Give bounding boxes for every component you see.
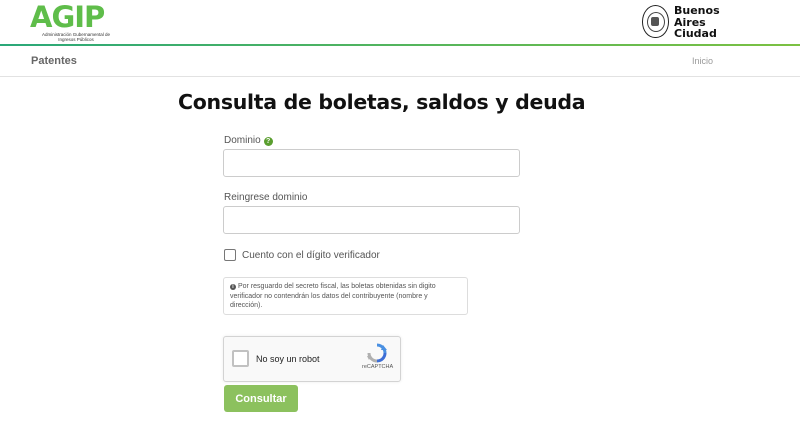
recaptcha-label: No soy un robot	[256, 354, 320, 364]
info-notice-text: Por resguardo del secreto fiscal, las bo…	[230, 283, 436, 309]
navbar: Patentes Inicio	[0, 46, 800, 77]
dominio-input[interactable]	[223, 149, 520, 177]
digito-verificador-checkbox[interactable]	[224, 249, 236, 261]
question-circle-icon[interactable]: ?	[264, 137, 273, 146]
recaptcha-logo-icon	[366, 343, 388, 363]
info-circle-icon: i	[230, 284, 236, 290]
section-title: Patentes	[31, 55, 77, 67]
digito-verificador-label[interactable]: Cuento con el dígito verificador	[242, 250, 380, 261]
info-notice: iPor resguardo del secreto fiscal, las b…	[223, 277, 468, 315]
agip-logo-text: AGIP	[30, 0, 104, 34]
reingrese-dominio-label: Reingrese dominio	[224, 192, 307, 203]
agip-logo-subtitle: Administración Gubernamental de Ingresos…	[36, 32, 116, 42]
recaptcha-checkbox[interactable]	[232, 350, 249, 367]
agip-logo[interactable]: AGIP Administración Gubernamental de Ing…	[30, 3, 120, 43]
reingrese-dominio-input[interactable]	[223, 206, 520, 234]
buenos-aires-logo[interactable]: Buenos Aires Ciudad	[642, 5, 752, 41]
page-title: Consulta de boletas, saldos y deuda	[178, 90, 585, 114]
city-seal-icon	[642, 5, 669, 38]
home-link[interactable]: Inicio	[692, 56, 713, 66]
buenos-aires-logo-text: Buenos Aires Ciudad	[674, 5, 720, 40]
top-header: AGIP Administración Gubernamental de Ing…	[0, 0, 800, 46]
recaptcha-widget: No soy un robot reCAPTCHA	[223, 336, 401, 382]
recaptcha-brand: reCAPTCHA	[362, 364, 393, 370]
consultar-button[interactable]: Consultar	[224, 385, 298, 412]
dominio-label: Dominio?	[224, 135, 273, 146]
